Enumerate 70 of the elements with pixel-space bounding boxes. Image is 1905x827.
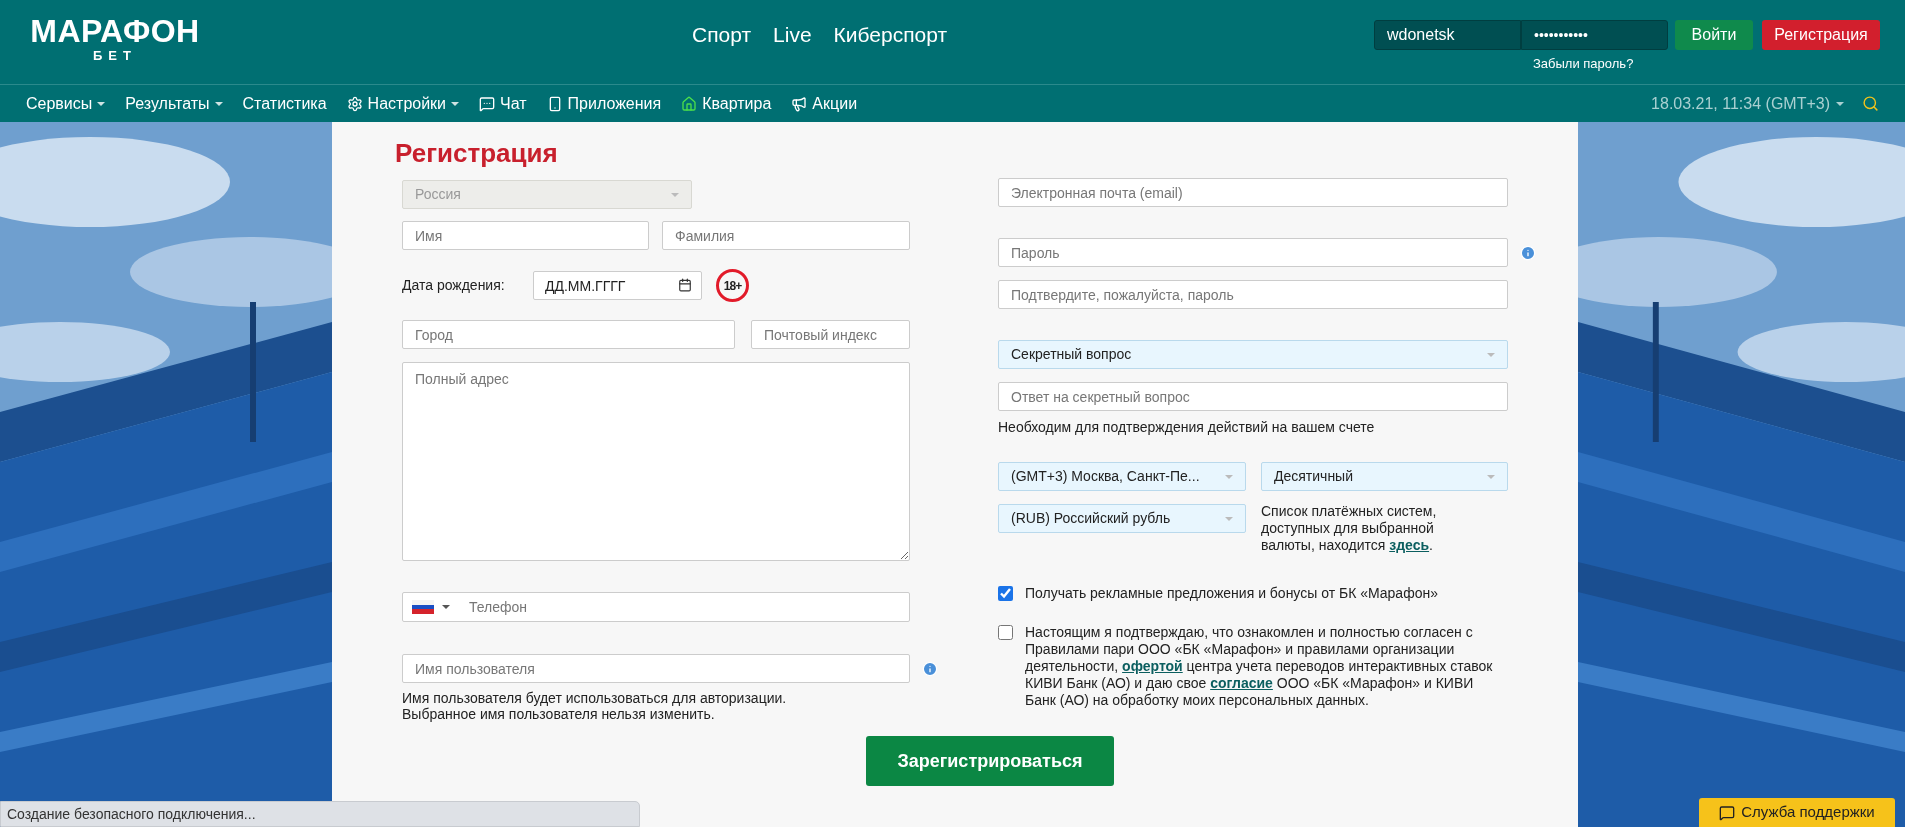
caret-icon bbox=[671, 192, 679, 197]
birth-date-field[interactable]: ДД.ММ.ГГГГ bbox=[533, 271, 702, 300]
secret-question-select[interactable]: Секретный вопрос bbox=[998, 340, 1508, 369]
top-nav-link[interactable]: Live bbox=[773, 19, 812, 51]
password-confirm-field[interactable]: Подтвердите, пожалуйста, пароль bbox=[998, 280, 1508, 309]
nav-item[interactable]: Квартира bbox=[681, 91, 772, 116]
link[interactable]: согласие bbox=[1210, 675, 1273, 691]
city-field[interactable]: Город bbox=[402, 320, 735, 349]
checkbox-label: Получать рекламные предложения и бонусы от БК «Марафон» bbox=[1025, 585, 1438, 602]
logo[interactable]: МАРАФОН БЕТ bbox=[25, 14, 205, 64]
checkbox-label: Настоящим я подтверждаю, что ознакомлен и полностью согласен с Правилами пари ООО «БК «Марафон» и правилами организации деятельности, офертой центра учета переводов интерактивных ставок КИВИ Банк (АО) и даю свое согласие ООО «БК «Марафон» и КИВИ Банк (АО) на обработку моих персональных данных. bbox=[1025, 624, 1494, 709]
timezone-select[interactable]: (GMT+3) Москва, Санкт-Пе... bbox=[998, 462, 1246, 491]
currency-select[interactable]: (RUB) Российский рубль bbox=[998, 504, 1246, 533]
address-field[interactable]: Полный адрес bbox=[402, 362, 910, 561]
caret-icon bbox=[1225, 516, 1233, 521]
caret-icon bbox=[451, 101, 460, 106]
caret-icon bbox=[214, 101, 223, 106]
link[interactable]: офертой bbox=[1122, 658, 1183, 674]
page-title: Регистрация bbox=[395, 138, 559, 168]
login-button[interactable]: Войти bbox=[1675, 20, 1753, 50]
datetime-selector[interactable]: 18.03.21, 11:34 (GMT+3) bbox=[1651, 91, 1844, 116]
top-nav-link[interactable]: Спорт bbox=[692, 19, 752, 51]
submit-button[interactable]: Зарегистрироваться bbox=[866, 736, 1114, 786]
chat-icon bbox=[1719, 804, 1736, 821]
password-field[interactable]: ••••••••••• bbox=[1521, 20, 1668, 50]
nav-item[interactable]: Приложения bbox=[546, 91, 662, 116]
register-button[interactable]: Регистрация bbox=[1762, 20, 1880, 50]
email-field[interactable]: Электронная почта (email) bbox=[998, 178, 1508, 207]
nav-item[interactable]: Чат bbox=[479, 91, 527, 116]
nav-item[interactable]: Сервисы bbox=[26, 91, 106, 116]
nav-item[interactable]: Акции bbox=[791, 91, 858, 116]
nav-item[interactable]: Статистика bbox=[242, 91, 327, 116]
caret-icon bbox=[1836, 101, 1844, 106]
caret-icon bbox=[1225, 474, 1233, 479]
nav-icon bbox=[346, 95, 363, 112]
username-input[interactable]: Имя пользователя bbox=[402, 654, 910, 683]
nav-icon bbox=[479, 95, 496, 112]
odds-format-select[interactable]: Десятичный bbox=[1261, 462, 1508, 491]
info-icon[interactable] bbox=[1520, 244, 1536, 261]
password-input[interactable]: Пароль bbox=[998, 238, 1508, 267]
country-code-dropdown[interactable] bbox=[412, 600, 450, 614]
search-icon[interactable] bbox=[1862, 95, 1879, 112]
calendar-icon[interactable] bbox=[678, 278, 692, 292]
last-name-field[interactable]: Фамилия bbox=[662, 221, 910, 250]
forgot-password-link[interactable]: Забыли пароль? bbox=[1533, 54, 1634, 74]
phone-field[interactable]: Телефон bbox=[402, 592, 910, 622]
first-name-field[interactable]: Имя bbox=[402, 221, 649, 250]
payment-note: Список платёжных систем, доступных для выбранной валюты, находится здесь. bbox=[1261, 503, 1438, 554]
caret-icon bbox=[1487, 352, 1495, 357]
caret-icon bbox=[442, 605, 450, 609]
checkbox[interactable] bbox=[998, 625, 1013, 640]
answer-note: Необходим для подтверждения действий на вашем счете bbox=[998, 418, 1376, 437]
username-note: Имя пользователя будет использоваться для авторизации. Выбранное имя пользователя нельзя изменить. bbox=[402, 690, 788, 722]
secret-answer-field[interactable]: Ответ на секретный вопрос bbox=[998, 382, 1508, 411]
status-bar: Создание безопасного подключения... bbox=[0, 801, 640, 827]
flag-icon bbox=[412, 600, 434, 614]
nav-item[interactable]: Результаты bbox=[125, 91, 223, 116]
checkbox[interactable] bbox=[998, 586, 1013, 601]
caret-icon bbox=[1487, 474, 1495, 479]
postcode-field[interactable]: Почтовый индекс bbox=[751, 320, 910, 349]
caret-icon bbox=[97, 101, 106, 106]
info-icon[interactable] bbox=[922, 660, 938, 677]
nav-icon bbox=[681, 95, 698, 112]
birth-date-label: Дата рождения: bbox=[402, 276, 506, 295]
age-badge: 18+ bbox=[716, 269, 749, 302]
username-field[interactable]: wdonetsk bbox=[1374, 20, 1521, 50]
support-button[interactable]: Служба поддержки bbox=[1699, 798, 1895, 827]
nav-icon bbox=[791, 95, 808, 112]
top-nav-link[interactable]: Киберспорт bbox=[833, 19, 948, 51]
nav-item[interactable]: Настройки bbox=[346, 91, 460, 116]
